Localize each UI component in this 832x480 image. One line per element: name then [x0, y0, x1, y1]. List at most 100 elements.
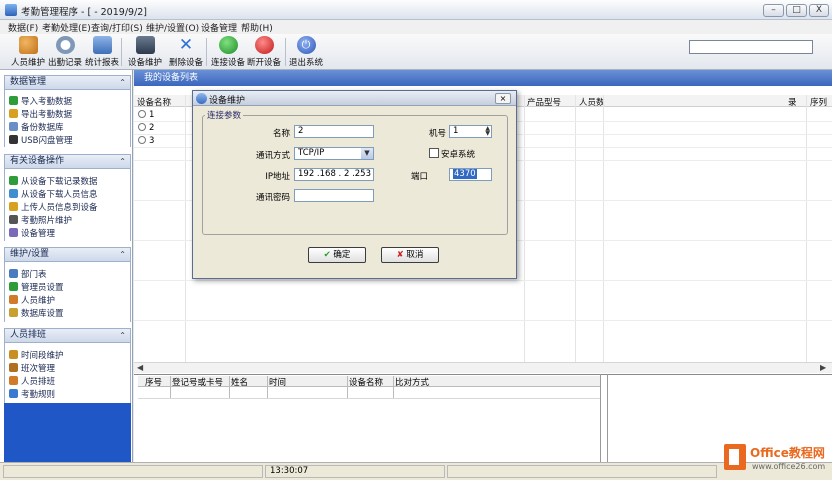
cross-icon: ✘: [396, 250, 404, 260]
chevron-up-icon[interactable]: ⌃: [119, 248, 126, 261]
users-icon: [18, 36, 38, 54]
col-product-model[interactable]: 产品型号: [527, 96, 561, 108]
col-seq[interactable]: 序号: [145, 376, 162, 388]
sidebar-item-departments[interactable]: 部门表: [9, 268, 47, 280]
col-staff-count[interactable]: 人员数: [579, 96, 605, 108]
horizontal-scrollbar[interactable]: ◀ ▶: [134, 362, 832, 373]
menu-query-print[interactable]: 查询/打印(S): [91, 21, 143, 34]
sidebar-item-photo[interactable]: 考勤照片维护: [9, 214, 72, 226]
sidebar-item-db-settings[interactable]: 数据库设置: [9, 307, 64, 319]
device-gear-icon: [9, 228, 18, 237]
section-maintenance-settings[interactable]: 维护/设置 ⌃: [4, 247, 131, 262]
scroll-right-icon[interactable]: ▶: [820, 363, 826, 372]
delete-device-button[interactable]: ✕ 删除设备: [168, 36, 204, 68]
menu-data[interactable]: 数据(F): [8, 21, 38, 34]
dialog-title-bar: 设备维护 ×: [193, 91, 516, 106]
sidebar-item-time-periods[interactable]: 时间段维护: [9, 349, 64, 361]
android-checkbox[interactable]: [429, 148, 439, 158]
col-record[interactable]: 录: [788, 96, 797, 108]
section-device-operations[interactable]: 有关设备操作 ⌃: [4, 154, 131, 169]
sidebar-item-staff[interactable]: 人员维护: [9, 294, 55, 306]
col-device-name[interactable]: 设备名称: [137, 96, 171, 108]
statistics-report-button[interactable]: 统计报表: [84, 36, 120, 68]
machine-no-stepper[interactable]: 1 ▲ ▼: [449, 125, 492, 138]
usb-icon: [9, 135, 18, 144]
status-segment: [3, 465, 263, 478]
section-data-management[interactable]: 数据管理 ⌃: [4, 75, 131, 90]
col-device-name[interactable]: 设备名称: [349, 376, 383, 388]
watermark-url: www.office26.com: [752, 462, 826, 471]
staff-maintenance-button[interactable]: 人员维护: [10, 36, 46, 68]
maximize-button[interactable]: □: [786, 4, 807, 17]
sidebar-item-usb[interactable]: USB闪盘管理: [9, 134, 72, 146]
password-field[interactable]: [294, 189, 374, 202]
export-icon: [9, 109, 18, 118]
sidebar-item-download-staff[interactable]: 从设备下载人员信息: [9, 188, 98, 200]
window-title: 考勤管理程序 - [ - 2019/9/2]: [21, 7, 148, 18]
section-scheduling[interactable]: 人员排班 ⌃: [4, 328, 131, 343]
sidebar-item-export[interactable]: 导出考勤数据: [9, 108, 72, 120]
sidebar-item-device-mgmt[interactable]: 设备管理: [9, 227, 55, 239]
watermark: Office教程网 www.office26.com: [722, 438, 828, 476]
spinner-icon[interactable]: ▲ ▼: [485, 126, 490, 137]
sidebar-item-import[interactable]: 导入考勤数据: [9, 95, 72, 107]
chevron-up-icon[interactable]: ⌃: [119, 329, 126, 342]
shift-icon: [9, 363, 18, 372]
scroll-left-icon[interactable]: ◀: [137, 363, 143, 372]
sidebar-item-admin[interactable]: 管理员设置: [9, 281, 64, 293]
sidebar-item-rules[interactable]: 考勤规则: [9, 388, 55, 400]
menu-help[interactable]: 帮助(H): [241, 21, 273, 34]
grid-line: [229, 376, 230, 398]
ip-address-field[interactable]: 192 .168 . 2 .253: [294, 168, 374, 181]
section-body: 时间段维护 班次管理 人员排班 考勤规则: [4, 343, 131, 403]
menu-maintenance[interactable]: 维护/设置(O): [146, 21, 199, 34]
device-row[interactable]: 3: [138, 136, 154, 146]
connect-device-button[interactable]: 连接设备: [210, 36, 246, 68]
device-row[interactable]: 2: [138, 123, 154, 133]
upload-icon: [9, 202, 18, 211]
sidebar-item-upload-staff[interactable]: 上传人员信息到设备: [9, 201, 98, 213]
menu-device[interactable]: 设备管理: [201, 21, 237, 34]
dialog-close-button[interactable]: ×: [495, 93, 511, 104]
minimize-button[interactable]: –: [763, 4, 784, 17]
device-icon: [135, 36, 155, 54]
disconnect-device-button[interactable]: 断开设备: [246, 36, 282, 68]
device-icon: [138, 136, 146, 144]
cancel-button[interactable]: ✘ 取消: [381, 247, 439, 263]
panel-divider: [600, 374, 601, 462]
grid-line: [347, 376, 348, 398]
grid-line: [393, 376, 394, 398]
col-card-no[interactable]: 登记号或卡号: [172, 376, 223, 388]
sidebar-item-download-records[interactable]: 从设备下载记录数据: [9, 175, 98, 187]
menu-attendance[interactable]: 考勤处理(E): [42, 21, 91, 34]
sidebar-item-staff-schedule[interactable]: 人员排班: [9, 375, 55, 387]
col-compare-method[interactable]: 比对方式: [395, 376, 429, 388]
name-field[interactable]: 2: [294, 125, 374, 138]
grid-line: [134, 280, 832, 281]
col-time[interactable]: 时间: [269, 376, 286, 388]
title-bar: 考勤管理程序 - [ - 2019/9/2] – □ X: [0, 0, 832, 20]
grid-line: [524, 95, 525, 362]
section-body: 导入考勤数据 导出考勤数据 备份数据库 USB闪盘管理: [4, 90, 131, 147]
attendance-records-button[interactable]: 出勤记录: [47, 36, 83, 68]
port-field[interactable]: 4370: [449, 168, 492, 181]
chevron-up-icon[interactable]: ⌃: [119, 76, 126, 89]
chevron-up-icon[interactable]: ⌃: [119, 155, 126, 168]
schedule-icon: [9, 376, 18, 385]
sidebar-item-shifts[interactable]: 班次管理: [9, 362, 55, 374]
col-serial[interactable]: 序列: [810, 96, 827, 108]
device-row[interactable]: 1: [138, 110, 154, 120]
grid-line: [134, 320, 832, 321]
sidebar-item-backup[interactable]: 备份数据库: [9, 121, 64, 133]
col-name[interactable]: 姓名: [231, 376, 248, 388]
chevron-down-icon[interactable]: ▼: [361, 148, 373, 159]
comm-method-select[interactable]: TCP/IP ▼: [294, 147, 374, 160]
device-maintenance-button[interactable]: 设备维护: [124, 36, 166, 68]
import-icon: [9, 96, 18, 105]
ok-button[interactable]: ✔ 确定: [308, 247, 366, 263]
toolbar-separator: [206, 38, 207, 66]
exit-system-button[interactable]: ⏻ 退出系统: [288, 36, 324, 68]
watermark-title: Office教程网: [750, 446, 825, 460]
close-button[interactable]: X: [809, 4, 829, 17]
device-icon: [138, 123, 146, 131]
